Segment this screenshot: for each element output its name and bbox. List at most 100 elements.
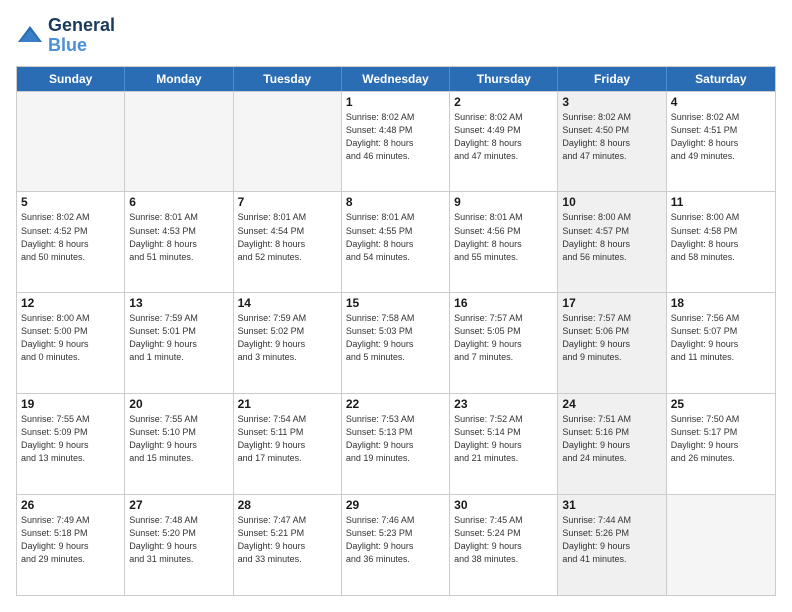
day-info: Sunrise: 8:01 AM Sunset: 4:56 PM Dayligh… xyxy=(454,211,553,263)
day-info: Sunrise: 7:58 AM Sunset: 5:03 PM Dayligh… xyxy=(346,312,445,364)
day-info: Sunrise: 7:47 AM Sunset: 5:21 PM Dayligh… xyxy=(238,514,337,566)
day-cell-6: 6 Sunrise: 8:01 AM Sunset: 4:53 PM Daylig… xyxy=(125,192,233,292)
day-cell-8: 8 Sunrise: 8:01 AM Sunset: 4:55 PM Daylig… xyxy=(342,192,450,292)
day-info: Sunrise: 8:02 AM Sunset: 4:50 PM Dayligh… xyxy=(562,111,661,163)
calendar-row-2: 12 Sunrise: 8:00 AM Sunset: 5:00 PM Dayli… xyxy=(17,292,775,393)
day-number: 16 xyxy=(454,296,553,310)
day-number: 10 xyxy=(562,195,661,209)
day-info: Sunrise: 7:54 AM Sunset: 5:11 PM Dayligh… xyxy=(238,413,337,465)
day-cell-3: 3 Sunrise: 8:02 AM Sunset: 4:50 PM Daylig… xyxy=(558,92,666,192)
day-of-week-friday: Friday xyxy=(558,67,666,91)
day-cell-21: 21 Sunrise: 7:54 AM Sunset: 5:11 PM Dayli… xyxy=(234,394,342,494)
day-cell-13: 13Sunrise: 7:59 AM Sunset: 5:01 PM Dayli… xyxy=(125,293,233,393)
day-number: 22 xyxy=(346,397,445,411)
day-cell-27: 27 Sunrise: 7:48 AM Sunset: 5:20 PM Dayli… xyxy=(125,495,233,595)
day-info: Sunrise: 8:01 AM Sunset: 4:53 PM Dayligh… xyxy=(129,211,228,263)
day-number: 4 xyxy=(671,95,771,109)
day-info: Sunrise: 7:46 AM Sunset: 5:23 PM Dayligh… xyxy=(346,514,445,566)
day-number: 23 xyxy=(454,397,553,411)
day-info: Sunrise: 7:59 AM Sunset: 5:02 PM Dayligh… xyxy=(238,312,337,364)
day-cell-19: 19 Sunrise: 7:55 AM Sunset: 5:09 PM Dayli… xyxy=(17,394,125,494)
day-info: Sunrise: 8:00 AM Sunset: 5:00 PM Dayligh… xyxy=(21,312,120,364)
day-info: Sunrise: 7:50 AM Sunset: 5:17 PM Dayligh… xyxy=(671,413,771,465)
day-number: 27 xyxy=(129,498,228,512)
day-number: 6 xyxy=(129,195,228,209)
logo-text: General Blue xyxy=(48,16,115,56)
day-number: 3 xyxy=(562,95,661,109)
day-number: 31 xyxy=(562,498,661,512)
day-cell-20: 20Sunrise: 7:55 AM Sunset: 5:10 PM Dayli… xyxy=(125,394,233,494)
day-cell-26: 26Sunrise: 7:49 AM Sunset: 5:18 PM Dayli… xyxy=(17,495,125,595)
day-info: Sunrise: 7:57 AM Sunset: 5:05 PM Dayligh… xyxy=(454,312,553,364)
day-cell-14: 14 Sunrise: 7:59 AM Sunset: 5:02 PM Dayli… xyxy=(234,293,342,393)
day-number: 12 xyxy=(21,296,120,310)
day-info: Sunrise: 8:01 AM Sunset: 4:55 PM Dayligh… xyxy=(346,211,445,263)
day-cell-16: 16 Sunrise: 7:57 AM Sunset: 5:05 PM Dayli… xyxy=(450,293,558,393)
day-info: Sunrise: 7:45 AM Sunset: 5:24 PM Dayligh… xyxy=(454,514,553,566)
day-cell-1: 1Sunrise: 8:02 AM Sunset: 4:48 PM Daylig… xyxy=(342,92,450,192)
empty-cell xyxy=(125,92,233,192)
day-info: Sunrise: 7:55 AM Sunset: 5:09 PM Dayligh… xyxy=(21,413,120,465)
day-cell-22: 22 Sunrise: 7:53 AM Sunset: 5:13 PM Dayli… xyxy=(342,394,450,494)
day-number: 26 xyxy=(21,498,120,512)
day-cell-7: 7 Sunrise: 8:01 AM Sunset: 4:54 PM Daylig… xyxy=(234,192,342,292)
calendar-header: SundayMondayTuesdayWednesdayThursdayFrid… xyxy=(17,67,775,91)
day-info: Sunrise: 8:02 AM Sunset: 4:51 PM Dayligh… xyxy=(671,111,771,163)
day-of-week-tuesday: Tuesday xyxy=(234,67,342,91)
day-info: Sunrise: 7:52 AM Sunset: 5:14 PM Dayligh… xyxy=(454,413,553,465)
day-cell-15: 15 Sunrise: 7:58 AM Sunset: 5:03 PM Dayli… xyxy=(342,293,450,393)
day-number: 19 xyxy=(21,397,120,411)
day-cell-5: 5Sunrise: 8:02 AM Sunset: 4:52 PM Daylig… xyxy=(17,192,125,292)
day-info: Sunrise: 7:59 AM Sunset: 5:01 PM Dayligh… xyxy=(129,312,228,364)
day-cell-31: 31 Sunrise: 7:44 AM Sunset: 5:26 PM Dayli… xyxy=(558,495,666,595)
day-number: 7 xyxy=(238,195,337,209)
day-of-week-saturday: Saturday xyxy=(667,67,775,91)
day-cell-9: 9Sunrise: 8:01 AM Sunset: 4:56 PM Daylig… xyxy=(450,192,558,292)
day-info: Sunrise: 7:53 AM Sunset: 5:13 PM Dayligh… xyxy=(346,413,445,465)
day-number: 11 xyxy=(671,195,771,209)
day-of-week-monday: Monday xyxy=(125,67,233,91)
day-info: Sunrise: 7:57 AM Sunset: 5:06 PM Dayligh… xyxy=(562,312,661,364)
day-info: Sunrise: 8:01 AM Sunset: 4:54 PM Dayligh… xyxy=(238,211,337,263)
day-number: 8 xyxy=(346,195,445,209)
day-info: Sunrise: 8:02 AM Sunset: 4:49 PM Dayligh… xyxy=(454,111,553,163)
day-cell-11: 11 Sunrise: 8:00 AM Sunset: 4:58 PM Dayli… xyxy=(667,192,775,292)
day-number: 1 xyxy=(346,95,445,109)
day-cell-2: 2 Sunrise: 8:02 AM Sunset: 4:49 PM Daylig… xyxy=(450,92,558,192)
page: General Blue SundayMondayTuesdayWednesda… xyxy=(0,0,792,612)
day-number: 2 xyxy=(454,95,553,109)
day-cell-10: 10Sunrise: 8:00 AM Sunset: 4:57 PM Dayli… xyxy=(558,192,666,292)
calendar: SundayMondayTuesdayWednesdayThursdayFrid… xyxy=(16,66,776,596)
day-number: 18 xyxy=(671,296,771,310)
empty-cell xyxy=(667,495,775,595)
logo: General Blue xyxy=(16,16,115,56)
calendar-row-3: 19 Sunrise: 7:55 AM Sunset: 5:09 PM Dayli… xyxy=(17,393,775,494)
day-info: Sunrise: 8:00 AM Sunset: 4:58 PM Dayligh… xyxy=(671,211,771,263)
day-cell-25: 25 Sunrise: 7:50 AM Sunset: 5:17 PM Dayli… xyxy=(667,394,775,494)
day-cell-30: 30Sunrise: 7:45 AM Sunset: 5:24 PM Dayli… xyxy=(450,495,558,595)
day-cell-17: 17 Sunrise: 7:57 AM Sunset: 5:06 PM Dayli… xyxy=(558,293,666,393)
day-number: 21 xyxy=(238,397,337,411)
day-number: 5 xyxy=(21,195,120,209)
calendar-row-4: 26Sunrise: 7:49 AM Sunset: 5:18 PM Dayli… xyxy=(17,494,775,595)
day-info: Sunrise: 7:48 AM Sunset: 5:20 PM Dayligh… xyxy=(129,514,228,566)
day-of-week-thursday: Thursday xyxy=(450,67,558,91)
day-number: 25 xyxy=(671,397,771,411)
day-number: 14 xyxy=(238,296,337,310)
day-info: Sunrise: 7:56 AM Sunset: 5:07 PM Dayligh… xyxy=(671,312,771,364)
day-number: 17 xyxy=(562,296,661,310)
empty-cell xyxy=(234,92,342,192)
day-number: 20 xyxy=(129,397,228,411)
day-cell-18: 18 Sunrise: 7:56 AM Sunset: 5:07 PM Dayli… xyxy=(667,293,775,393)
day-info: Sunrise: 7:44 AM Sunset: 5:26 PM Dayligh… xyxy=(562,514,661,566)
day-cell-23: 23 Sunrise: 7:52 AM Sunset: 5:14 PM Dayli… xyxy=(450,394,558,494)
day-number: 29 xyxy=(346,498,445,512)
day-info: Sunrise: 7:51 AM Sunset: 5:16 PM Dayligh… xyxy=(562,413,661,465)
day-number: 24 xyxy=(562,397,661,411)
logo-icon xyxy=(16,22,44,50)
day-cell-24: 24 Sunrise: 7:51 AM Sunset: 5:16 PM Dayli… xyxy=(558,394,666,494)
day-number: 28 xyxy=(238,498,337,512)
day-cell-12: 12 Sunrise: 8:00 AM Sunset: 5:00 PM Dayli… xyxy=(17,293,125,393)
empty-cell xyxy=(17,92,125,192)
day-number: 15 xyxy=(346,296,445,310)
